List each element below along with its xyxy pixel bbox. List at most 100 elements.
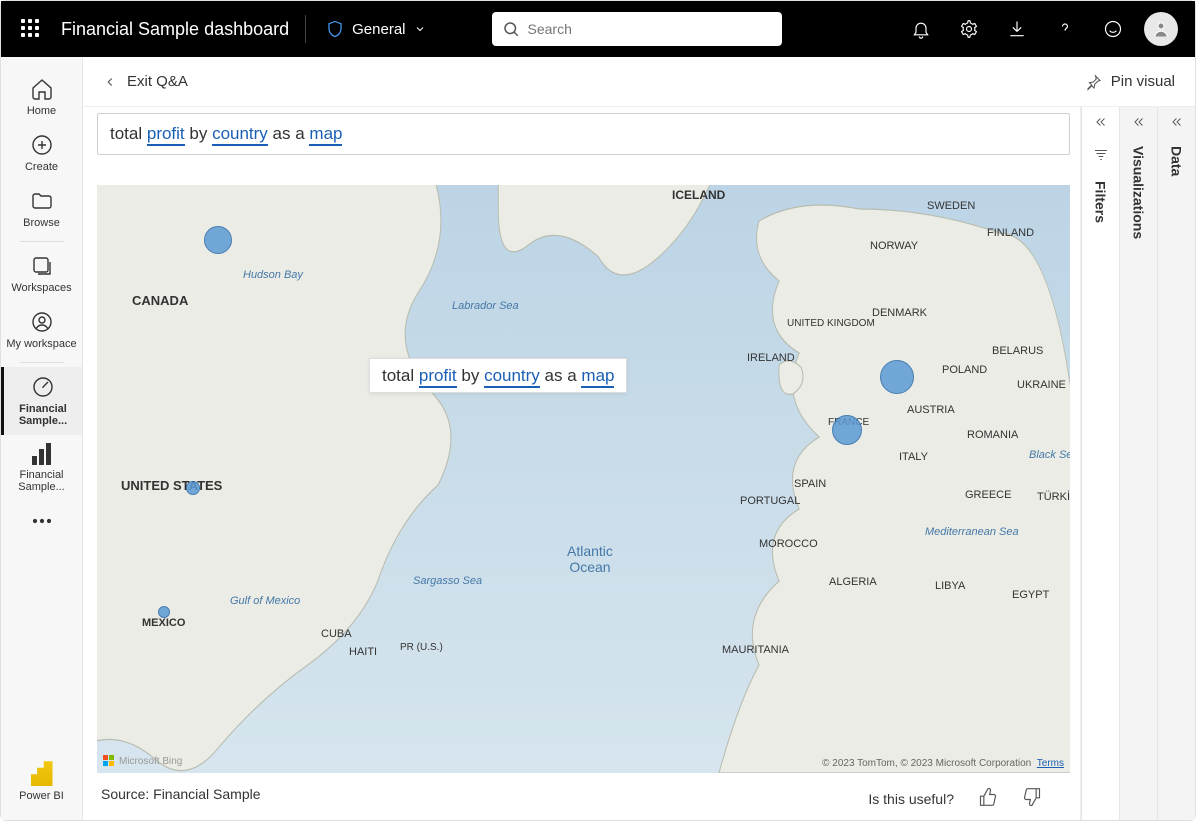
nav-my-workspace-label: My workspace (6, 338, 76, 350)
country-label: SPAIN (794, 478, 826, 490)
qna-tooltip-text: total profit by country as a map (382, 366, 614, 388)
nav-financial-sample-1-label: Financial Sample... (8, 403, 78, 427)
map-copyright: © 2023 TomTom, © 2023 Microsoft Corporat… (822, 758, 1064, 769)
nav-workspaces[interactable]: Workspaces (1, 246, 82, 302)
pin-visual-label: Pin visual (1111, 73, 1175, 90)
country-label: ALGERIA (829, 576, 877, 588)
nav-powerbi-label: Power BI (19, 790, 64, 802)
bing-credit: Microsoft Bing (103, 755, 182, 767)
map-bubble-germany[interactable] (880, 360, 914, 394)
nav-browse[interactable]: Browse (1, 181, 82, 237)
map-bubble-united-states[interactable] (186, 481, 200, 495)
shield-icon (326, 20, 344, 38)
nav-create[interactable]: Create (1, 125, 82, 181)
sensitivity-label: General (352, 21, 405, 38)
search-input[interactable] (528, 21, 772, 37)
country-label: UKRAINE (1017, 379, 1066, 391)
nav-financial-sample-dashboard[interactable]: Financial Sample... (1, 367, 82, 435)
app-launcher-icon[interactable] (13, 11, 49, 47)
ocean-label: AtlanticOcean (567, 543, 613, 575)
map-bubble-france[interactable] (832, 415, 862, 445)
country-label: MAURITANIA (722, 644, 789, 656)
collapse-visualizations-button[interactable] (1132, 115, 1146, 134)
filters-pane[interactable]: Filters (1081, 107, 1119, 820)
chevron-down-icon (414, 23, 426, 35)
qna-query-text: total profit by country as a map (110, 124, 342, 146)
map-tooltip: total profit by country as a map (369, 358, 627, 393)
water-label: Hudson Bay (243, 269, 303, 281)
help-button[interactable] (1043, 7, 1087, 51)
pin-visual-button[interactable]: Pin visual (1085, 73, 1175, 91)
thumbs-down-button[interactable] (1022, 787, 1042, 810)
pin-icon (1085, 73, 1103, 91)
water-label: Mediterranean Sea (925, 526, 1019, 538)
home-icon (30, 77, 54, 101)
filters-pane-title: Filters (1093, 181, 1109, 223)
search-icon (502, 20, 520, 38)
country-label: LIBYA (935, 580, 965, 592)
country-label: TÜRKİYE (1037, 491, 1070, 503)
country-label: MOROCCO (759, 538, 818, 550)
double-chevron-left-icon (1094, 115, 1108, 129)
nav-browse-label: Browse (23, 217, 60, 229)
country-label: IRELAND (747, 352, 795, 364)
country-label: DENMARK (872, 307, 927, 319)
nav-my-workspace[interactable]: My workspace (1, 302, 82, 358)
ellipsis-icon (30, 509, 54, 533)
person-icon (1152, 20, 1170, 38)
nav-home-label: Home (27, 105, 56, 117)
visualizations-pane-title: Visualizations (1131, 146, 1147, 239)
header-separator (305, 15, 306, 43)
country-label: ROMANIA (967, 429, 1018, 441)
gauge-icon (31, 375, 55, 399)
plus-circle-icon (30, 133, 54, 157)
thumbs-up-button[interactable] (978, 787, 998, 810)
nav-financial-sample-2-label: Financial Sample... (5, 469, 78, 493)
bing-icon (103, 755, 115, 767)
stack-icon (30, 254, 54, 278)
feedback-button[interactable] (1091, 7, 1135, 51)
exit-qna-label: Exit Q&A (127, 73, 188, 90)
notifications-button[interactable] (899, 7, 943, 51)
bing-credit-text: Microsoft Bing (119, 756, 182, 767)
rail-separator-2 (20, 362, 64, 363)
search-box[interactable] (492, 12, 782, 46)
country-label: AUSTRIA (907, 404, 955, 416)
country-label: EGYPT (1012, 589, 1049, 601)
country-label: PORTUGAL (740, 495, 800, 507)
download-button[interactable] (995, 7, 1039, 51)
bar-chart-icon (32, 443, 51, 465)
country-label: PR (U.S.) (400, 642, 443, 653)
country-label: FINLAND (987, 227, 1034, 239)
map-bubble-mexico[interactable] (158, 606, 170, 618)
rail-footer: Power BI (1, 752, 82, 820)
question-icon (1055, 19, 1075, 39)
side-panes: Filters Visualizations Data (1080, 107, 1195, 820)
nav-financial-sample-report[interactable]: Financial Sample... (1, 435, 82, 501)
map-bubble-canada[interactable] (204, 226, 232, 254)
terms-link[interactable]: Terms (1037, 758, 1064, 769)
country-label: ITALY (899, 451, 928, 463)
qna-input[interactable]: total profit by country as a map (97, 113, 1070, 155)
gear-icon (959, 19, 979, 39)
visualizations-pane[interactable]: Visualizations (1119, 107, 1157, 820)
account-button[interactable] (1139, 7, 1183, 51)
nav-more[interactable] (1, 501, 82, 541)
sensitivity-dropdown[interactable]: General (322, 14, 429, 44)
dashboard-title: Financial Sample dashboard (61, 19, 289, 40)
country-label: CUBA (321, 628, 352, 640)
exit-qna-button[interactable]: Exit Q&A (103, 73, 188, 90)
bell-icon (911, 19, 931, 39)
settings-button[interactable] (947, 7, 991, 51)
country-label: HAITI (349, 646, 377, 658)
source-label: Source: Financial Sample (101, 786, 261, 802)
collapse-data-button[interactable] (1170, 115, 1184, 134)
collapse-filters-button[interactable] (1094, 115, 1108, 134)
nav-powerbi[interactable]: Power BI (1, 752, 82, 810)
data-pane[interactable]: Data (1157, 107, 1195, 820)
country-label: UNITED KINGDOM (787, 318, 875, 329)
country-label: SWEDEN (927, 200, 975, 212)
nav-home[interactable]: Home (1, 69, 82, 125)
header-actions (899, 7, 1183, 51)
map-visual[interactable]: Hudson BayLabrador SeaGulf of MexicoSarg… (97, 185, 1070, 773)
